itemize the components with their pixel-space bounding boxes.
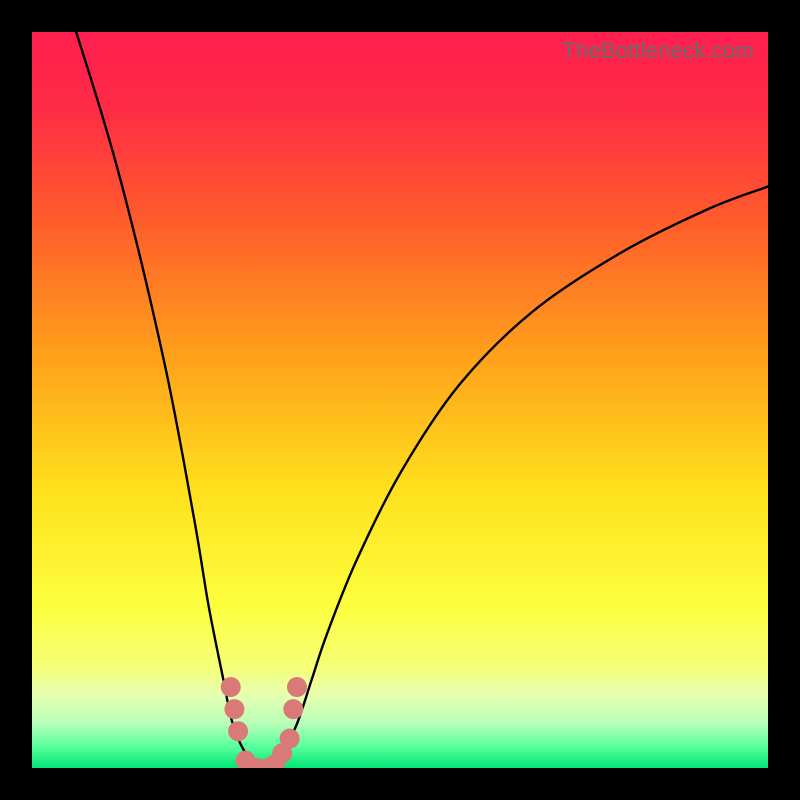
data-point bbox=[221, 677, 241, 697]
watermark-text: TheBottleneck.com bbox=[562, 38, 754, 64]
data-point bbox=[287, 677, 307, 697]
bottleneck-curve bbox=[32, 32, 768, 768]
data-points bbox=[221, 677, 307, 768]
data-point bbox=[283, 699, 303, 719]
chart-frame: TheBottleneck.com bbox=[0, 0, 800, 800]
plot-area: TheBottleneck.com bbox=[32, 32, 768, 768]
data-point bbox=[224, 699, 244, 719]
data-point bbox=[280, 729, 300, 749]
data-point bbox=[228, 721, 248, 741]
curve-layer bbox=[32, 32, 768, 768]
